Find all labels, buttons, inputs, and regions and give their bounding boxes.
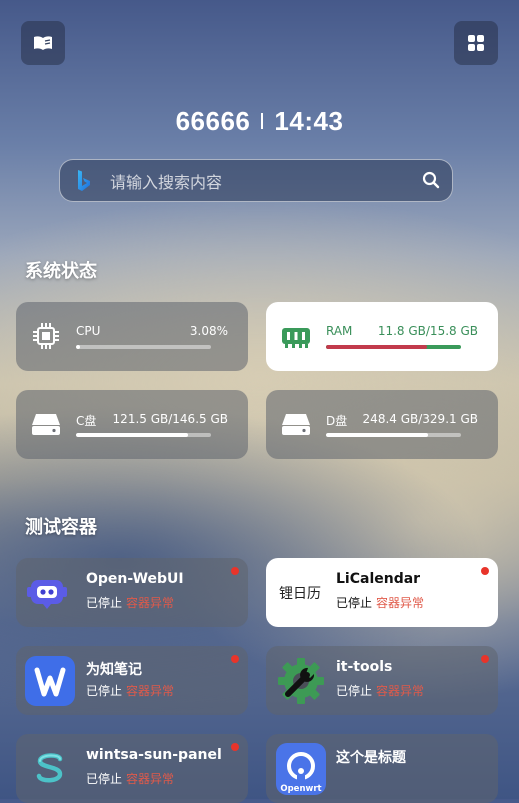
- app-name: 这个是标题: [336, 750, 406, 766]
- apps-grid-button[interactable]: [454, 21, 498, 65]
- disk-c-value: 121.5 GB/146.5 GB: [112, 412, 228, 426]
- disk-c-progress: [76, 433, 211, 437]
- app-error: 容器异常: [376, 684, 425, 698]
- openwrt-icon-label: Openwrt: [280, 784, 321, 794]
- wiz-note-icon: [25, 656, 75, 706]
- app-card-it-tools[interactable]: it-tools 已停止 容器异常: [266, 646, 498, 715]
- cpu-progress: [76, 345, 211, 349]
- disk-d-progress-fill: [326, 433, 428, 437]
- book-icon: [34, 36, 52, 50]
- app-error: 容器异常: [376, 596, 425, 610]
- app-name: 为知笔记: [86, 662, 142, 678]
- app-name: wintsa-sun-panel: [86, 747, 222, 763]
- disk-c-progress-fill: [76, 433, 188, 437]
- robot-icon: [27, 580, 67, 609]
- disk-d-value: 248.4 GB/329.1 GB: [362, 412, 478, 426]
- cpu-progress-fill: [76, 345, 81, 349]
- app-card-title[interactable]: Openwrt 这个是标题: [266, 734, 498, 803]
- sun-panel-icon: [36, 753, 63, 783]
- app-name: LiCalendar: [336, 571, 421, 587]
- error-dot: [231, 743, 239, 751]
- search-icon[interactable]: [422, 171, 440, 189]
- app-state: 已停止: [336, 596, 373, 610]
- error-dot: [231, 567, 239, 575]
- disk-d-progress: [326, 433, 461, 437]
- app-card-open-webui[interactable]: Open-WebUI 已停止 容器异常: [16, 558, 248, 627]
- app-error: 容器异常: [126, 772, 175, 786]
- app-name: Open-WebUI: [86, 571, 184, 587]
- cpu-card[interactable]: CPU 3.08%: [16, 302, 248, 371]
- cpu-value: 3.08%: [189, 324, 228, 338]
- hard-drive-icon: [282, 414, 310, 435]
- cpu-icon: [33, 323, 59, 349]
- clock-separator: [261, 113, 264, 130]
- bing-icon[interactable]: [76, 169, 92, 193]
- error-dot: [231, 655, 239, 663]
- ram-progress-fill: [326, 345, 427, 349]
- app-state: 已停止: [86, 772, 123, 786]
- book-button[interactable]: [21, 21, 65, 65]
- disk-c-label: C盘: [76, 414, 97, 428]
- app-status: 已停止 容器异常: [86, 682, 174, 699]
- app-card-wiznote[interactable]: 为知笔记 已停止 容器异常: [16, 646, 248, 715]
- grid-icon: [468, 35, 484, 51]
- gear-wrench-icon: [278, 658, 324, 704]
- search-input[interactable]: [108, 168, 412, 196]
- clock: 66666 14:43: [0, 106, 519, 137]
- app-status: 已停止 容器异常: [86, 770, 174, 787]
- app-card-wintsa-sun-panel[interactable]: wintsa-sun-panel 已停止 容器异常: [16, 734, 248, 803]
- ram-card[interactable]: RAM 11.8 GB/15.8 GB: [266, 302, 498, 371]
- app-status: 已停止 容器异常: [86, 594, 174, 611]
- ram-progress: [326, 345, 461, 349]
- app-name: it-tools: [336, 659, 393, 675]
- search-bar[interactable]: [59, 159, 453, 202]
- error-dot: [481, 655, 489, 663]
- app-error: 容器异常: [126, 684, 175, 698]
- cpu-label: CPU: [76, 324, 101, 338]
- app-state: 已停止: [86, 684, 123, 698]
- app-status: 已停止 容器异常: [336, 594, 424, 611]
- app-status: 已停止 容器异常: [336, 682, 424, 699]
- ram-icon: [282, 328, 310, 348]
- licalendar-icon: 锂日历: [279, 586, 321, 602]
- disk-c-card[interactable]: C盘 121.5 GB/146.5 GB: [16, 390, 248, 459]
- system-status-title: 系统状态: [25, 261, 97, 282]
- app-error: 容器异常: [126, 596, 175, 610]
- clock-time: 14:43: [274, 106, 344, 136]
- app-card-licalendar[interactable]: 锂日历 LiCalendar 已停止 容器异常: [266, 558, 498, 627]
- disk-d-label: D盘: [326, 414, 348, 428]
- app-state: 已停止: [336, 684, 373, 698]
- error-dot: [481, 567, 489, 575]
- clock-text: 66666: [175, 106, 251, 136]
- hard-drive-icon: [32, 414, 60, 435]
- openwrt-icon: Openwrt: [276, 743, 326, 795]
- test-containers-title: 测试容器: [25, 517, 97, 538]
- app-state: 已停止: [86, 596, 123, 610]
- ram-label: RAM: [326, 324, 353, 338]
- disk-d-card[interactable]: D盘 248.4 GB/329.1 GB: [266, 390, 498, 459]
- ram-value: 11.8 GB/15.8 GB: [377, 324, 478, 338]
